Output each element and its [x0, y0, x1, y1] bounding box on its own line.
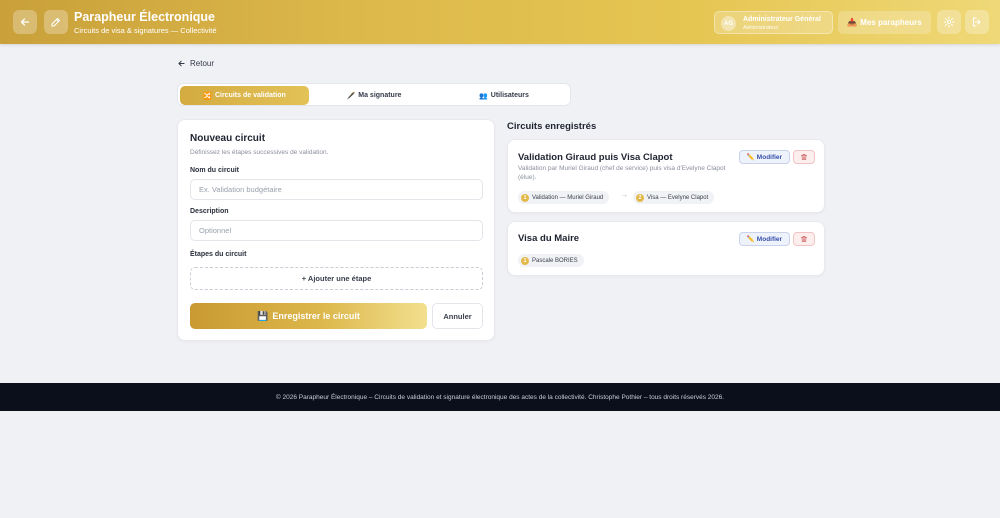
footer: © 2026 Parapheur Électronique – Circuits… — [0, 383, 1000, 411]
trash-icon — [800, 153, 808, 161]
delete-circuit-button[interactable] — [793, 150, 815, 164]
step-arrow-icon: → — [621, 192, 628, 199]
circuit-card: Visa du Maire ✏️ Modifier 1 Pascale BORI… — [507, 221, 825, 276]
back-arrow-button[interactable] — [13, 10, 37, 34]
app-subtitle: Circuits de visa & signatures — Collecti… — [74, 26, 217, 35]
step-chip: 1 Validation — Muriel Giraud — [518, 191, 610, 204]
logout-icon — [972, 17, 981, 27]
step-label: Pascale BORIES — [532, 257, 578, 264]
circuit-name: Visa du Maire — [518, 233, 580, 244]
user-role: Administrateur — [743, 25, 779, 31]
step-number: 2 — [636, 193, 644, 202]
edit-circuit-button[interactable]: ✏️ Modifier — [739, 150, 790, 164]
floppy-icon: 💾 — [257, 310, 269, 321]
settings-button[interactable] — [937, 10, 961, 34]
circuit-card: Validation Giraud puis Visa Clapot Valid… — [507, 139, 825, 213]
circuit-description: Validation par Muriel Giraud (chef de se… — [518, 165, 726, 181]
edit-document-button[interactable] — [44, 10, 68, 34]
logout-button[interactable] — [965, 10, 989, 34]
step-chip: 1 Pascale BORIES — [518, 254, 584, 267]
user-menu[interactable]: AG Administrateur Général Administrateur — [714, 11, 833, 34]
step-number: 1 — [521, 193, 529, 202]
circuit-name-input[interactable] — [190, 179, 483, 200]
footer-text: © 2026 Parapheur Électronique – Circuits… — [275, 393, 725, 401]
step-number: 1 — [521, 256, 529, 265]
tab-label: Circuits de validation — [214, 92, 286, 99]
step-label: Visa — Evelyne Clapot — [647, 194, 709, 201]
inbox-icon: 📥 — [847, 18, 858, 27]
arrow-left-icon — [178, 60, 185, 67]
cancel-button[interactable]: Annuler — [432, 303, 483, 329]
add-step-button[interactable]: + Ajouter une étape — [190, 267, 483, 290]
tab-label: Ma signature — [358, 92, 402, 99]
my-parapheurs-label: Mes parapheurs — [860, 18, 922, 27]
back-link[interactable]: Retour — [177, 59, 214, 68]
pen-icon: 🖋️ — [346, 92, 356, 100]
app-header: Parapheur Électronique Circuits de visa … — [0, 0, 1000, 44]
circuit-description-input[interactable] — [190, 220, 483, 241]
my-parapheurs-button[interactable]: 📥 Mes parapheurs — [838, 11, 931, 34]
back-label: Retour — [190, 59, 215, 68]
delete-circuit-button[interactable] — [793, 232, 815, 246]
description-label: Description — [190, 208, 229, 215]
circuit-name: Validation Giraud puis Visa Clapot — [518, 152, 673, 163]
avatar: AG — [721, 16, 736, 31]
save-circuit-button[interactable]: 💾 Enregistrer le circuit — [190, 303, 427, 329]
app-title: Parapheur Électronique — [74, 10, 216, 24]
gear-icon — [943, 16, 955, 28]
tab-bar: 🔀 Circuits de validation 🖋️ Ma signature… — [177, 83, 571, 106]
tab-circuits[interactable]: 🔀 Circuits de validation — [180, 86, 309, 105]
steps-label: Étapes du circuit — [190, 251, 247, 258]
step-chip: 2 Visa — Evelyne Clapot — [633, 191, 715, 204]
tab-signature[interactable]: 🖋️ Ma signature — [309, 86, 439, 105]
users-icon: 👥 — [479, 92, 488, 100]
shuffle-icon: 🔀 — [203, 92, 212, 100]
edit-circuit-button[interactable]: ✏️ Modifier — [739, 232, 790, 246]
arrow-left-icon — [20, 18, 30, 26]
form-title: Nouveau circuit — [190, 133, 266, 144]
tab-label: Utilisateurs — [490, 92, 529, 99]
new-circuit-form: Nouveau circuit Définissez les étapes su… — [177, 119, 495, 341]
edit-icon — [51, 17, 61, 27]
trash-icon — [800, 235, 808, 243]
user-name: Administrateur Général — [743, 16, 821, 23]
name-label: Nom du circuit — [190, 167, 240, 174]
saved-circuits-title: Circuits enregistrés — [507, 121, 597, 132]
tab-users[interactable]: 👥 Utilisateurs — [439, 86, 569, 105]
step-label: Validation — Muriel Giraud — [532, 194, 604, 201]
form-description: Définissez les étapes successives de val… — [190, 149, 329, 156]
save-label: Enregistrer le circuit — [272, 311, 360, 321]
